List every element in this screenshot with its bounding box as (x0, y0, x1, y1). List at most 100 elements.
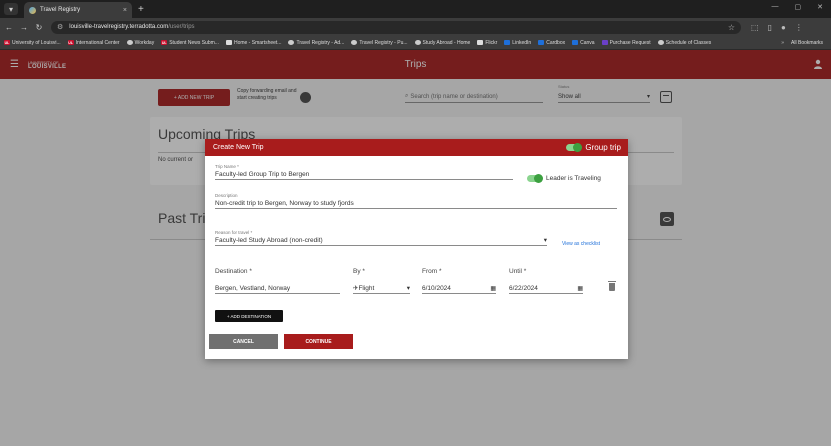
description-input[interactable]: Non-credit trip to Bergen, Norway to stu… (215, 200, 617, 209)
bookmark-linkedin-icon (504, 40, 511, 45)
bookmarks-bar: UL University of Louisvi... UL Internation… (0, 36, 831, 50)
url-input[interactable]: ⚙ louisville-travelregistry.terradotta.c… (51, 20, 741, 34)
destination-input[interactable]: Bergen, Vestland, Norway (215, 285, 340, 294)
bookmark-label: Cardbox (546, 39, 566, 46)
close-window-icon[interactable]: ✕ (817, 3, 823, 11)
forward-icon[interactable]: → (18, 23, 30, 32)
leader-traveling-row: Leader is Traveling (527, 174, 601, 183)
bookmark-label: Schedule of Classes (665, 39, 712, 46)
bookmark-item[interactable]: Travel Registry - Pu... (351, 39, 408, 46)
bookmark-item[interactable]: UL Student News Subm... (161, 40, 219, 46)
bookmark-item[interactable]: Cardbox (538, 40, 565, 46)
maximize-icon[interactable]: ▢ (795, 3, 802, 11)
from-date-input[interactable]: 6/10/2024 ▦ (422, 285, 496, 294)
bookmark-workday-icon (126, 40, 133, 45)
bookmark-label: Flickr (485, 39, 498, 46)
bookmark-item[interactable]: Canva (572, 39, 595, 46)
until-date-input[interactable]: 6/22/2024 ▦ (509, 285, 583, 294)
description-label: Description (215, 193, 238, 198)
add-destination-button[interactable]: + ADD DESTINATION (215, 310, 283, 322)
side-panel-icon[interactable]: ▯ (768, 23, 772, 32)
leader-traveling-toggle[interactable] (527, 174, 543, 183)
bookmarks-overflow-icon[interactable]: » (781, 40, 784, 46)
reason-select[interactable]: Faculty-led Study Abroad (non-credit) ▾ (215, 237, 547, 246)
bookmark-label: Workday (134, 39, 155, 46)
menu-icon[interactable]: ⋮ (795, 23, 803, 32)
bookmark-item[interactable]: UL University of Louisvi... (4, 40, 61, 46)
bookmark-item[interactable]: Flickr (477, 40, 497, 46)
url-domain: louisville-travelregistry.terradotta.com (69, 24, 169, 30)
bookmark-globe-icon (288, 40, 295, 45)
bookmark-label: Canva (580, 39, 595, 46)
browser-tab[interactable]: Travel Registry × (24, 2, 132, 18)
group-trip-toggle-row: Group trip (566, 143, 621, 152)
bookmark-label: University of Louisvi... (12, 39, 61, 46)
tab-title: Travel Registry (40, 7, 81, 13)
until-date-value: 6/22/2024 (509, 285, 538, 292)
destination-value: Bergen, Vestland, Norway (215, 285, 291, 292)
back-icon[interactable]: ← (3, 23, 15, 32)
trip-name-label: Trip Name * (215, 164, 239, 169)
description-field[interactable]: Description Non-credit trip to Bergen, N… (215, 193, 617, 209)
bookmark-item[interactable]: Study Abroad - Home (414, 39, 471, 46)
all-bookmarks-folder[interactable]: All Bookmarks (791, 40, 823, 46)
until-label: Until * (509, 268, 527, 275)
bookmark-canva-icon (572, 40, 579, 45)
bookmark-globe-icon (657, 40, 664, 45)
tab-search-icon[interactable]: ▾ (4, 3, 18, 15)
bookmark-ul-icon: UL (161, 40, 168, 45)
bookmark-label: International Center (75, 39, 120, 46)
bookmark-flickr-icon (477, 40, 484, 45)
browser-tab-bar: ▾ Travel Registry × + — ▢ ✕ (0, 0, 831, 18)
reason-field[interactable]: Reason for travel * Faculty-led Study Ab… (215, 230, 547, 246)
calendar-icon[interactable]: ▦ (577, 285, 583, 293)
bookmark-cardbox-icon (538, 40, 545, 45)
continue-button[interactable]: CONTINUE (284, 334, 353, 349)
create-trip-dialog: Create New Trip Group trip Trip Name * F… (205, 139, 628, 359)
reason-label: Reason for travel * (215, 230, 253, 235)
bookmark-item[interactable]: Home - Smartsheet... (225, 39, 282, 46)
dialog-header: Create New Trip Group trip (205, 139, 628, 156)
profile-icon[interactable]: ● (781, 23, 786, 32)
tab-close-icon[interactable]: × (123, 7, 127, 14)
reason-value: Faculty-led Study Abroad (non-credit) (215, 237, 323, 244)
bookmark-label: Student News Subm... (169, 39, 219, 46)
trip-name-input[interactable]: Faculty-led Group Trip to Bergen (215, 171, 513, 180)
bookmark-item[interactable]: LinkedIn (504, 40, 531, 46)
trip-name-field[interactable]: Trip Name * Faculty-led Group Trip to Be… (215, 164, 513, 180)
site-info-icon[interactable]: ⚙ (57, 23, 63, 31)
bookmark-purchase-icon (601, 40, 608, 45)
view-as-checklist-link[interactable]: View as checklist (562, 241, 600, 247)
bookmark-label: Purchase Request (609, 39, 651, 46)
bookmark-item[interactable]: Schedule of Classes (657, 39, 712, 46)
minimize-icon[interactable]: — (772, 3, 779, 11)
delete-destination-trash-icon[interactable] (608, 281, 616, 291)
travel-mode-value: Flight (358, 285, 375, 292)
bookmark-globe-icon (351, 40, 358, 45)
cancel-button[interactable]: CANCEL (209, 334, 278, 349)
window-controls: — ▢ ✕ (772, 3, 824, 11)
calendar-icon[interactable]: ▦ (490, 285, 496, 293)
leader-traveling-label: Leader is Traveling (546, 175, 601, 182)
from-date-value: 6/10/2024 (422, 285, 451, 292)
dropdown-arrow-icon: ▾ (406, 285, 410, 292)
extensions-icon[interactable]: ⬚ (751, 23, 759, 32)
bookmark-label: Home - Smartsheet... (233, 39, 282, 46)
bookmark-item[interactable]: Travel Registry - Ad... (288, 40, 344, 46)
dialog-title: Create New Trip (213, 144, 264, 151)
bookmark-star-icon[interactable]: ☆ (728, 23, 735, 32)
address-bar-row: ← → ↻ ⚙ louisville-travelregistry.terrad… (0, 18, 831, 36)
bookmark-smartsheet-icon (225, 40, 232, 45)
new-tab-button[interactable]: + (138, 4, 144, 15)
bookmark-label: Study Abroad - Home (422, 39, 471, 46)
bookmark-ul-icon: UL (4, 40, 10, 45)
group-trip-label: Group trip (585, 143, 621, 152)
tab-favicon-icon (29, 6, 36, 14)
bookmark-item[interactable]: Purchase Request (601, 39, 651, 46)
bookmark-label: Travel Registry - Pu... (359, 39, 408, 46)
reload-icon[interactable]: ↻ (33, 23, 45, 32)
bookmark-item[interactable]: UL International Center (67, 39, 120, 46)
group-trip-toggle[interactable] (566, 143, 583, 152)
travel-mode-select[interactable]: ✈Flight ▾ (353, 285, 410, 294)
bookmark-item[interactable]: Workday (126, 39, 155, 46)
